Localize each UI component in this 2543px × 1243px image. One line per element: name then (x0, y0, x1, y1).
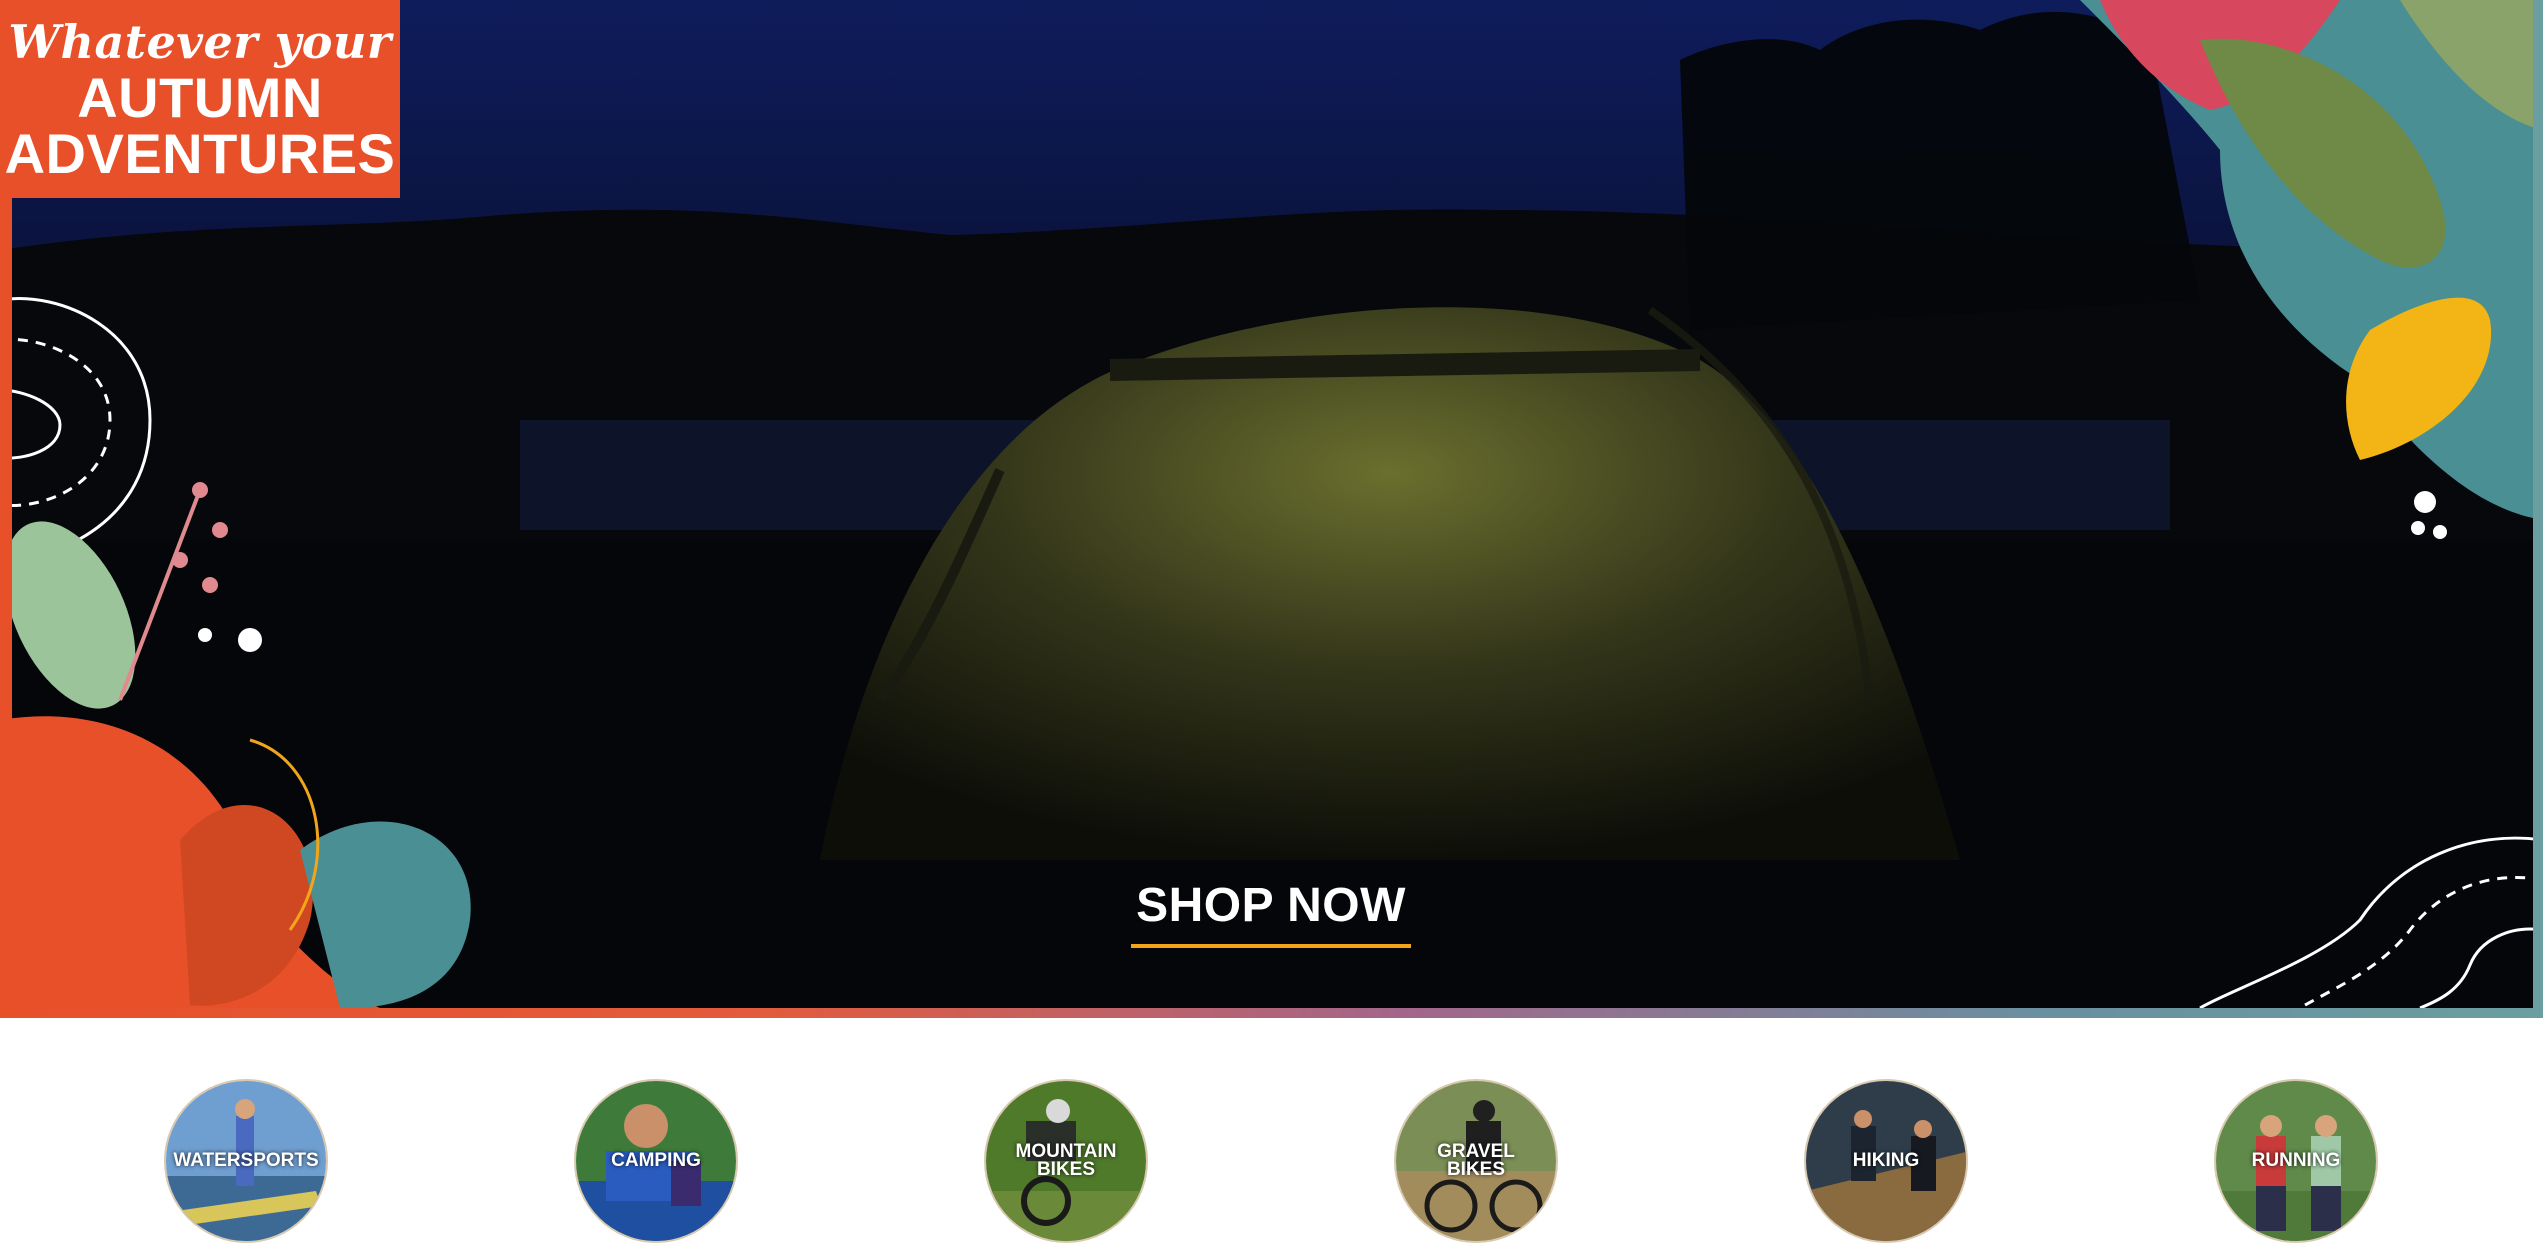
category-hiking[interactable]: HIKING (1804, 1079, 1968, 1243)
hero-gradient-bar (0, 1008, 2543, 1018)
category-nav: WATERSPORTS CAMPING MOUNTAIN BIKES GRAVE… (0, 1018, 2543, 1243)
category-mountain-bikes[interactable]: MOUNTAIN BIKES (984, 1079, 1148, 1243)
category-label: WATERSPORTS (173, 1150, 319, 1171)
category-label: MOUNTAIN BIKES (1015, 1141, 1117, 1180)
category-running[interactable]: RUNNING (2214, 1079, 2378, 1243)
shop-now-button[interactable]: SHOP NOW (1131, 876, 1411, 948)
category-label: HIKING (1852, 1150, 1920, 1171)
category-label: CAMPING (611, 1150, 701, 1171)
category-watersports[interactable]: WATERSPORTS (164, 1079, 328, 1243)
hero-banner[interactable]: Whatever your AUTUMN ADVENTURES SHOP NOW (0, 0, 2543, 1018)
category-label: RUNNING (2251, 1150, 2341, 1171)
autumn-adventures-badge: Whatever your AUTUMN ADVENTURES (0, 0, 400, 198)
category-camping[interactable]: CAMPING (574, 1079, 738, 1243)
category-label: GRAVEL BIKES (1437, 1141, 1515, 1180)
badge-title-line1: AUTUMN (77, 66, 323, 129)
badge-title-line2: ADVENTURES (4, 122, 396, 185)
badge-script-line: Whatever your (8, 15, 392, 69)
category-gravel-bikes[interactable]: GRAVEL BIKES (1394, 1079, 1558, 1243)
